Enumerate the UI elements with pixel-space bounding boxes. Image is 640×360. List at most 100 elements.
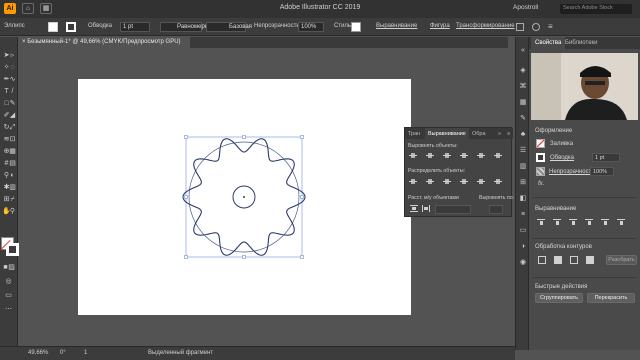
bounding-box-handle[interactable] [184,135,188,139]
rotation-value[interactable]: 0° [60,350,66,356]
bounding-box-handle[interactable] [300,195,304,199]
graph-tool-icon[interactable]: ▥ [8,183,17,192]
bounding-box-handle[interactable] [300,255,304,259]
recolor-button[interactable]: Перекрасить [587,293,635,303]
recolor-icon[interactable] [532,23,540,31]
vertical-spacing-button[interactable] [410,205,418,212]
tab-libraries[interactable]: Библиотеки [561,37,602,49]
eraser-icon[interactable]: ◢ [8,111,17,120]
layers-icon[interactable]: ◈ [519,67,527,75]
stroke-label[interactable]: Обводка [550,155,574,161]
lasso-icon[interactable]: ◌ [8,63,17,72]
align-object-button-2[interactable] [426,152,434,159]
distribute-object-button-3[interactable] [443,178,451,185]
pathfinder-shape-mode-button-2[interactable] [554,256,562,264]
properties-align-button-5[interactable] [601,219,609,226]
pathfinder-shape-mode-button-1[interactable] [538,256,546,264]
distribute-object-button-5[interactable] [477,178,485,185]
align-object-button-5[interactable] [477,152,485,159]
transform-icon[interactable]: ⊞ [519,179,527,187]
appearance-icon[interactable]: ◉ [519,259,527,267]
pathfinder-shape-mode-button-4[interactable] [586,256,594,264]
paintbrush-icon[interactable]: ✎ [8,99,17,108]
close-tab-icon[interactable]: × [22,39,26,45]
zoom-tool-icon[interactable]: ⚲ [8,207,17,216]
align-object-button-6[interactable] [494,152,502,159]
properties-icon[interactable]: ☰ [519,147,527,155]
opacity-field[interactable]: 100% [298,22,324,32]
user-name[interactable]: Apostroll [513,4,538,11]
tab-align[interactable]: Выравнивание [425,128,469,139]
draw-mode-icon[interactable]: ◎ [4,277,13,286]
stroke-swatch[interactable] [536,153,545,162]
tab-pathfinder[interactable]: Обра [469,128,489,139]
stroke-swatch[interactable] [66,22,76,32]
artboard[interactable] [78,79,411,315]
curvature-tool-icon[interactable]: ∿ [8,75,17,84]
scale-tool-icon[interactable]: ⤢ [8,123,17,132]
group-button[interactable]: Сгруппировать [535,293,583,303]
perspective-grid-icon[interactable]: ▦ [8,147,17,156]
panel-menu-icon[interactable]: ≡ [504,128,513,139]
style-swatch[interactable] [351,22,361,32]
bounding-box-handle[interactable] [184,255,188,259]
bounding-box-handle[interactable] [242,135,246,139]
distribute-object-button-1[interactable] [409,178,417,185]
properties-align-button-2[interactable] [553,219,561,226]
blend-tool-icon[interactable]: ◐ [8,171,17,180]
bounding-box-handle[interactable] [184,195,188,199]
align-object-button-4[interactable] [460,152,468,159]
line-tool-icon[interactable]: / [8,87,17,96]
center-point[interactable] [243,196,245,198]
gradient-panel-icon[interactable]: ▭ [519,227,527,235]
properties-align-button-4[interactable] [585,219,593,226]
stroke-panel-icon[interactable]: ≡ [519,211,527,219]
brushes-icon[interactable]: ✎ [519,115,527,123]
pathfinder-icon[interactable]: ◧ [519,195,527,203]
align-object-button-3[interactable] [443,152,451,159]
slice-tool-icon[interactable]: ⌿ [8,195,17,204]
shape-link[interactable]: Фигура [430,23,450,29]
stroke-weight-field[interactable]: 1 pt [592,153,620,162]
align-panel-icon[interactable]: ▥ [519,163,527,171]
direct-selection-tool-icon[interactable]: ▹ [8,51,17,60]
horizontal-spacing-button[interactable] [422,205,430,212]
fill-swatch[interactable] [48,22,58,32]
swatches-icon[interactable]: ▦ [519,99,527,107]
opacity-field[interactable]: 100% [590,167,614,176]
align-object-button-1[interactable] [409,152,417,159]
properties-align-button-1[interactable] [537,219,545,226]
spacing-value-field[interactable] [435,205,471,214]
document-tab[interactable]: × Безымянный-1* @ 49,66% (CMYK/Предпросм… [18,37,190,48]
pathfinder-shape-mode-button-3[interactable] [570,256,578,264]
artboard-number[interactable]: 1 [84,350,87,356]
free-transform-icon[interactable]: ⊡ [8,135,17,144]
symbols-icon[interactable]: ♣ [519,131,527,139]
libraries-icon[interactable]: ⌘ [519,83,527,91]
collapse-panels-icon[interactable]: « [519,47,527,55]
stroke-weight-field[interactable]: 1 pt [120,22,150,32]
isolate-icon[interactable] [516,23,524,31]
more-tools-icon[interactable]: ⋯ [4,305,13,314]
gradient-mode-icon[interactable]: ▨ [7,263,16,272]
stock-search-input[interactable]: Search Adobe Stock [560,4,632,14]
stroke-profile-select[interactable]: Равномерно [160,22,211,32]
fill-swatch[interactable] [536,139,545,148]
panel-menu-icon[interactable]: ≡ [548,23,556,31]
distribute-object-button-2[interactable] [426,178,434,185]
align-link[interactable]: Выравнивание [376,23,417,29]
properties-align-button-6[interactable] [617,219,625,226]
tab-transform[interactable]: Тран [405,128,423,139]
gradient-tool-icon[interactable]: ▤ [8,159,17,168]
properties-align-button-3[interactable] [569,219,577,226]
transparency-icon[interactable]: ◑ [519,243,527,251]
zoom-level[interactable]: 49,66% [28,350,48,356]
panel-collapse-icon[interactable]: » [495,128,504,139]
bounding-box-handle[interactable] [300,135,304,139]
screen-mode-icon[interactable]: ▭ [4,291,13,300]
align-to-select[interactable] [489,205,503,214]
opacity-label[interactable]: Непрозрачность [549,169,594,175]
bounding-box-handle[interactable] [242,255,246,259]
stroke-color-box[interactable] [6,243,19,256]
distribute-object-button-6[interactable] [494,178,502,185]
